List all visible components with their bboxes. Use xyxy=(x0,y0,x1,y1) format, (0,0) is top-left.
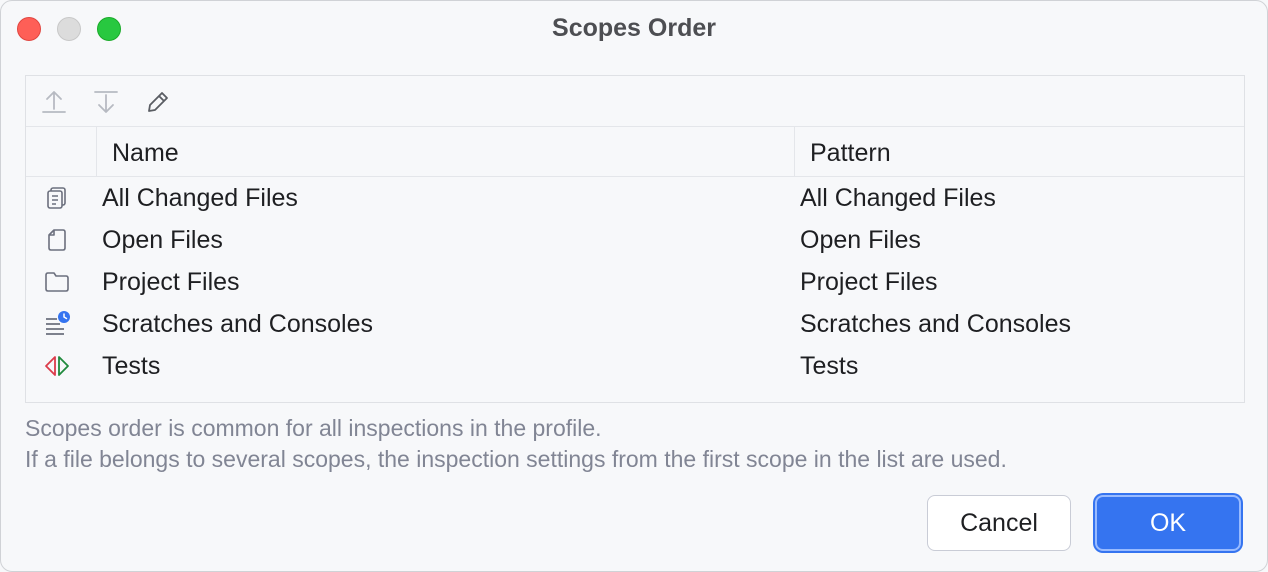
scope-pattern: Open Files xyxy=(800,226,921,254)
arrow-up-icon xyxy=(42,91,66,113)
folder-icon xyxy=(42,268,72,296)
column-header-pattern[interactable]: Pattern xyxy=(810,139,891,168)
scope-pattern: Scratches and Consoles xyxy=(800,310,1071,338)
scope-name: Project Files xyxy=(102,268,240,296)
scopes-table-panel: Name Pattern All Changed Files All Chang… xyxy=(25,75,1245,403)
move-up-button[interactable] xyxy=(38,86,70,118)
pencil-icon xyxy=(148,92,168,112)
table-row[interactable]: Scratches and Consoles Scratches and Con… xyxy=(26,303,1244,345)
column-separator[interactable] xyxy=(794,127,795,177)
arrow-down-icon xyxy=(94,91,118,113)
column-header-name[interactable]: Name xyxy=(112,139,179,168)
table-row[interactable]: All Changed Files All Changed Files xyxy=(26,177,1244,219)
scope-name: Scratches and Consoles xyxy=(102,310,373,338)
table-row[interactable]: Open Files Open Files xyxy=(26,219,1244,261)
scope-pattern: Tests xyxy=(800,352,859,380)
scope-name: Open Files xyxy=(102,226,223,254)
edit-button[interactable] xyxy=(142,86,174,118)
dialog-title: Scopes Order xyxy=(552,14,716,42)
tests-icon xyxy=(42,352,72,380)
changed-files-icon xyxy=(42,184,72,212)
scope-pattern: All Changed Files xyxy=(800,184,996,212)
scope-name: All Changed Files xyxy=(102,184,298,212)
table-row[interactable]: Tests Tests xyxy=(26,345,1244,387)
hint-text: If a file belongs to several scopes, the… xyxy=(25,446,1007,472)
scope-name: Tests xyxy=(102,352,161,380)
ok-button[interactable]: OK xyxy=(1095,495,1241,551)
move-down-button[interactable] xyxy=(90,86,122,118)
open-file-icon xyxy=(42,226,72,254)
cancel-button[interactable]: Cancel xyxy=(927,495,1071,551)
scope-pattern: Project Files xyxy=(800,268,938,296)
table-header: Name Pattern xyxy=(26,127,1244,177)
hint-text: Scopes order is common for all inspectio… xyxy=(25,415,602,441)
column-separator xyxy=(96,127,97,177)
table-row[interactable]: Project Files Project Files xyxy=(26,261,1244,303)
title-bar: Scopes Order xyxy=(1,1,1267,57)
scratches-icon xyxy=(42,310,72,338)
table-toolbar xyxy=(26,76,1244,127)
scopes-order-dialog: Scopes Order Name Pattern All Changed Fi… xyxy=(0,0,1268,572)
